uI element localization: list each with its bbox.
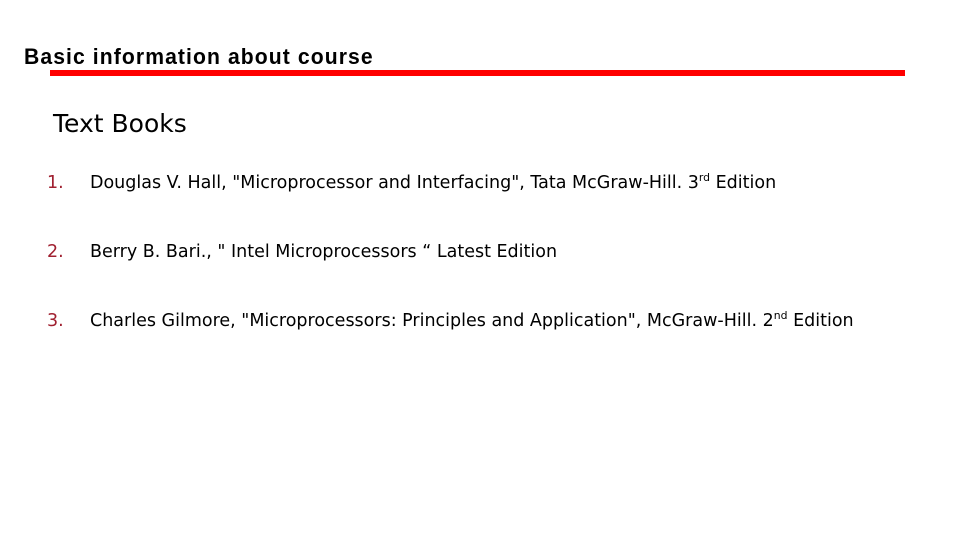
list-item: 3. Charles Gilmore, "Microprocessors: Pr… xyxy=(47,298,927,344)
list-item-text: Douglas V. Hall, "Microprocessor and Int… xyxy=(90,160,927,206)
list-item-text-main: Douglas V. Hall, "Microprocessor and Int… xyxy=(90,173,699,193)
list-item-text-tail: Edition xyxy=(787,311,854,331)
list-item-text-main: Charles Gilmore, "Microprocessors: Princ… xyxy=(90,311,774,331)
page-title: Basic information about course xyxy=(24,44,374,69)
list-item-number: 1. xyxy=(47,173,64,193)
list-item-text: Charles Gilmore, "Microprocessors: Princ… xyxy=(90,298,927,344)
list-item-text: Berry B. Bari., " Intel Microprocessors … xyxy=(90,229,927,275)
title-underline-rule xyxy=(50,70,905,76)
list-item: 2. Berry B. Bari., " Intel Microprocesso… xyxy=(47,229,927,275)
list-item-number: 2. xyxy=(47,242,64,262)
list-item-ordinal-suffix: rd xyxy=(698,171,711,185)
text-books-list: 1. Douglas V. Hall, "Microprocessor and … xyxy=(47,160,927,344)
list-item-number: 3. xyxy=(47,311,64,331)
list-item-text-main: Berry B. Bari., " Intel Microprocessors … xyxy=(90,242,558,262)
list-item-ordinal-suffix: nd xyxy=(773,309,788,323)
list-item: 1. Douglas V. Hall, "Microprocessor and … xyxy=(47,160,927,206)
section-heading-text-books: Text Books xyxy=(53,109,187,138)
slide-canvas: Basic information about course Text Book… xyxy=(0,0,960,540)
list-item-text-tail: Edition xyxy=(710,173,777,193)
